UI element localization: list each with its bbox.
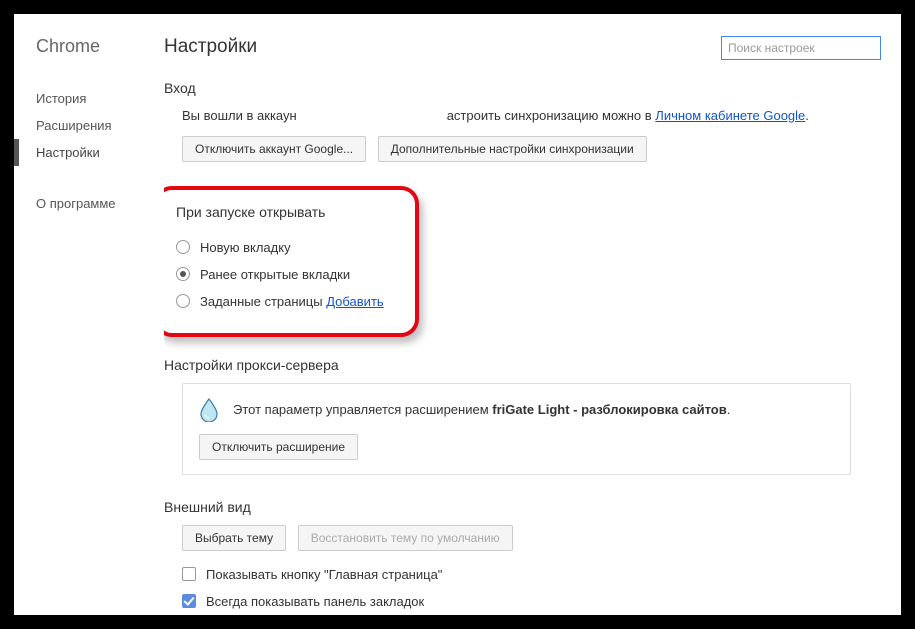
redacted-email xyxy=(297,111,447,121)
extension-icon xyxy=(199,398,219,422)
section-title-proxy: Настройки прокси-сервера xyxy=(164,357,881,373)
sidebar-item-extensions[interactable]: Расширения xyxy=(36,112,164,139)
sidebar-item-settings[interactable]: Настройки xyxy=(36,139,164,166)
startup-option-continue[interactable]: Ранее открытые вкладки xyxy=(176,261,397,288)
show-home-button-checkbox[interactable]: Показывать кнопку "Главная страница" xyxy=(182,561,881,588)
sidebar-item-about[interactable]: О программе xyxy=(36,190,164,217)
search-input[interactable] xyxy=(721,36,881,60)
section-appearance: Внешний вид Выбрать тему Восстановить те… xyxy=(164,499,881,615)
google-account-link[interactable]: Личном кабинете Google xyxy=(655,108,805,123)
startup-option-new-tab[interactable]: Новую вкладку xyxy=(176,234,397,261)
add-pages-link[interactable]: Добавить xyxy=(326,294,383,309)
radio-label: Новую вкладку xyxy=(200,240,291,255)
main-content: Настройки Вход Вы вошли в аккаунастроить… xyxy=(164,14,881,615)
header: Настройки xyxy=(164,36,881,60)
show-bookmarks-bar-checkbox[interactable]: Всегда показывать панель закладок xyxy=(182,588,881,615)
disconnect-google-button[interactable]: Отключить аккаунт Google... xyxy=(182,136,366,162)
choose-theme-button[interactable]: Выбрать тему xyxy=(182,525,286,551)
reset-theme-button[interactable]: Восстановить тему по умолчанию xyxy=(298,525,513,551)
checkbox-label: Показывать кнопку "Главная страница" xyxy=(206,567,442,582)
proxy-info: Этот параметр управляется расширением fr… xyxy=(199,398,834,422)
proxy-managed-box: Этот параметр управляется расширением fr… xyxy=(182,383,851,475)
section-proxy: Настройки прокси-сервера Этот параметр у… xyxy=(164,357,881,475)
radio-icon xyxy=(176,294,190,308)
checkbox-icon xyxy=(182,594,196,608)
startup-option-specific-pages[interactable]: Заданные страницы Добавить xyxy=(176,288,397,315)
section-startup-highlight: При запуске открывать Новую вкладку Ране… xyxy=(164,186,419,337)
sidebar-title: Chrome xyxy=(36,36,164,57)
page-title: Настройки xyxy=(164,36,257,58)
sidebar-item-history[interactable]: История xyxy=(36,85,164,112)
radio-label: Заданные страницы xyxy=(200,294,323,309)
section-title-login: Вход xyxy=(164,80,881,96)
radio-icon xyxy=(176,240,190,254)
section-title-startup: При запуске открывать xyxy=(176,204,397,220)
section-login: Вход Вы вошли в аккаунастроить синхрониз… xyxy=(164,80,881,162)
settings-window: Chrome История Расширения Настройки О пр… xyxy=(14,14,901,615)
section-title-appearance: Внешний вид xyxy=(164,499,881,515)
login-text: Вы вошли в аккаунастроить синхронизацию … xyxy=(182,106,881,126)
sidebar: Chrome История Расширения Настройки О пр… xyxy=(14,14,164,217)
proxy-extension-name: friGate Light - разблокировка сайтов xyxy=(492,402,727,417)
radio-label: Ранее открытые вкладки xyxy=(200,267,350,282)
disable-extension-button[interactable]: Отключить расширение xyxy=(199,434,358,460)
checkbox-label: Всегда показывать панель закладок xyxy=(206,594,424,609)
checkbox-icon xyxy=(182,567,196,581)
radio-icon xyxy=(176,267,190,281)
sync-settings-button[interactable]: Дополнительные настройки синхронизации xyxy=(378,136,647,162)
